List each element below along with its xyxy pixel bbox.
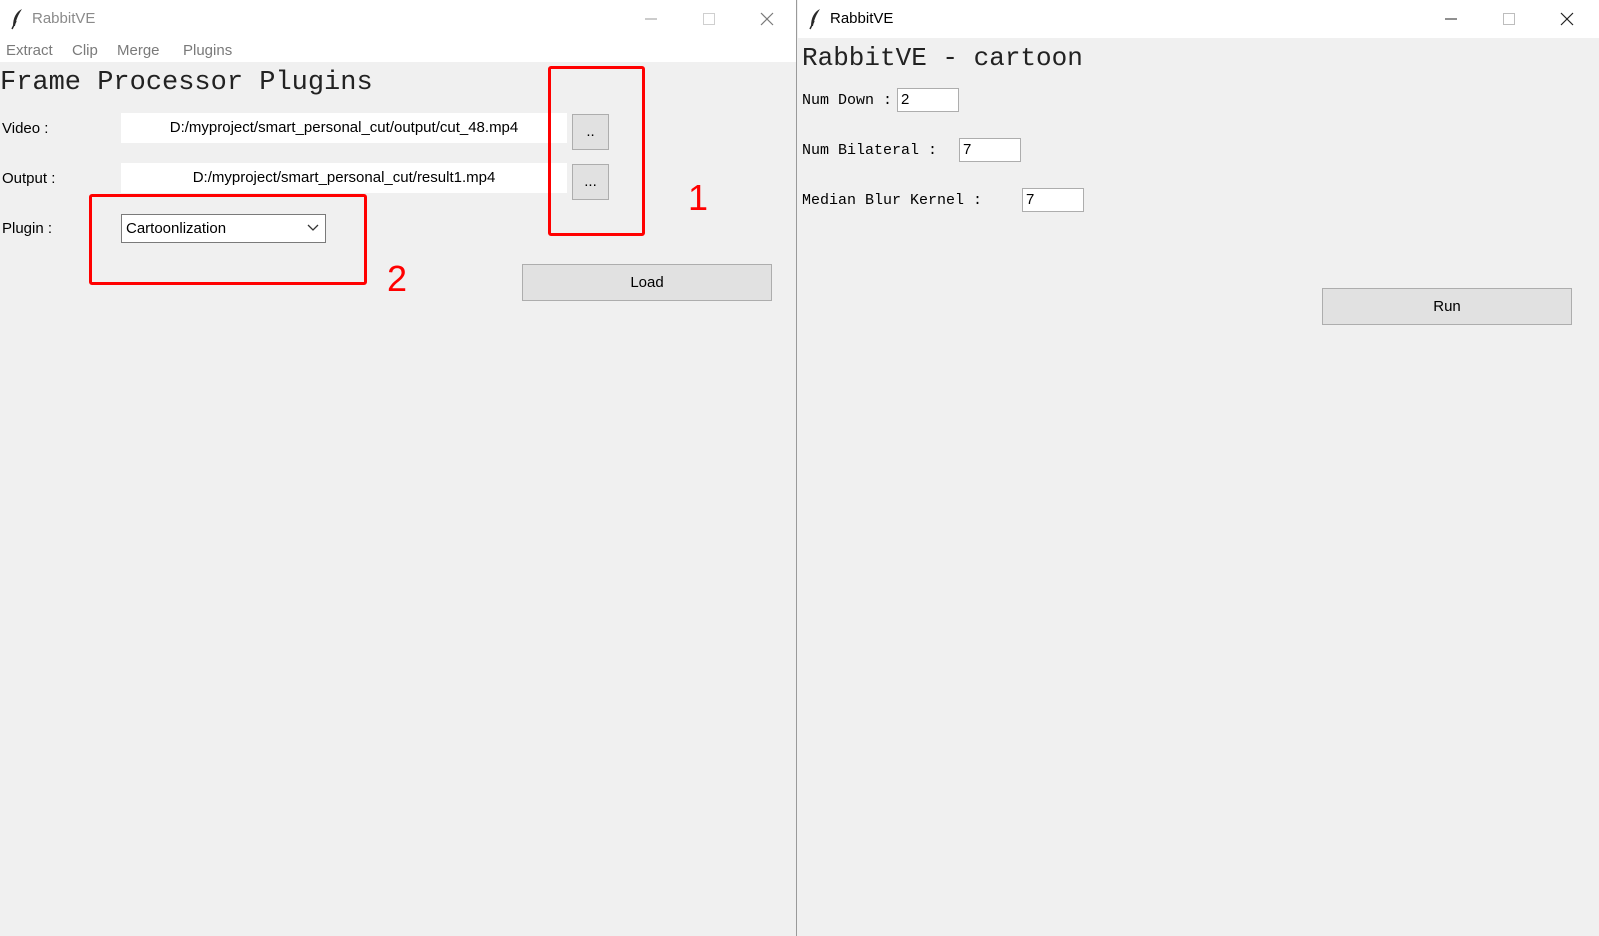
maximize-icon [1503, 13, 1515, 25]
feather-icon [11, 9, 22, 30]
output-path-field[interactable]: D:/myproject/smart_personal_cut/result1.… [121, 163, 567, 193]
minimize-button[interactable] [622, 0, 680, 38]
maximize-button[interactable] [1480, 0, 1538, 38]
close-icon [1560, 12, 1574, 26]
menu-bar: Extract Clip Merge Plugins [0, 38, 796, 62]
title-bar: RabbitVE [798, 0, 1599, 38]
annotation-box-1 [548, 66, 645, 236]
median-blur-label: Median Blur Kernel : [802, 192, 983, 209]
page-title: RabbitVE - cartoon [802, 43, 1083, 73]
video-path-field[interactable]: D:/myproject/smart_personal_cut/output/c… [121, 113, 567, 143]
title-bar: RabbitVE [0, 0, 796, 38]
page-title: Frame Processor Plugins [0, 68, 373, 98]
close-button[interactable] [1538, 0, 1596, 38]
menu-merge[interactable]: Merge [117, 42, 160, 59]
minimize-icon [645, 18, 657, 20]
window-title: RabbitVE [32, 10, 96, 27]
annotation-number-1: 1 [688, 177, 709, 218]
output-label: Output : [2, 170, 56, 187]
run-button[interactable]: Run [1322, 288, 1572, 325]
close-button[interactable] [738, 0, 796, 38]
load-button[interactable]: Load [522, 264, 772, 301]
menu-clip[interactable]: Clip [72, 42, 98, 59]
num-bilateral-label: Num Bilateral : [802, 142, 938, 159]
num-down-label: Num Down : [802, 92, 893, 109]
feather-icon [809, 9, 820, 30]
maximize-button[interactable] [680, 0, 738, 38]
close-icon [760, 12, 774, 26]
minimize-button[interactable] [1422, 0, 1480, 38]
video-label: Video : [2, 120, 49, 137]
minimize-icon [1445, 18, 1457, 20]
num-down-input[interactable]: 2 [897, 88, 959, 112]
menu-plugins[interactable]: Plugins [183, 42, 232, 59]
window-title: RabbitVE [830, 10, 894, 27]
plugin-label: Plugin : [2, 220, 53, 237]
cartoon-window: RabbitVE RabbitVE - cartoon Num Down : 2… [798, 0, 1599, 936]
annotation-box-2 [89, 194, 367, 285]
maximize-icon [703, 13, 715, 25]
main-window: RabbitVE Extract Clip Merge Plugins Fram… [0, 0, 797, 936]
num-bilateral-input[interactable]: 7 [959, 138, 1021, 162]
menu-extract[interactable]: Extract [6, 42, 53, 59]
annotation-number-2: 2 [387, 258, 408, 299]
median-blur-input[interactable]: 7 [1022, 188, 1084, 212]
